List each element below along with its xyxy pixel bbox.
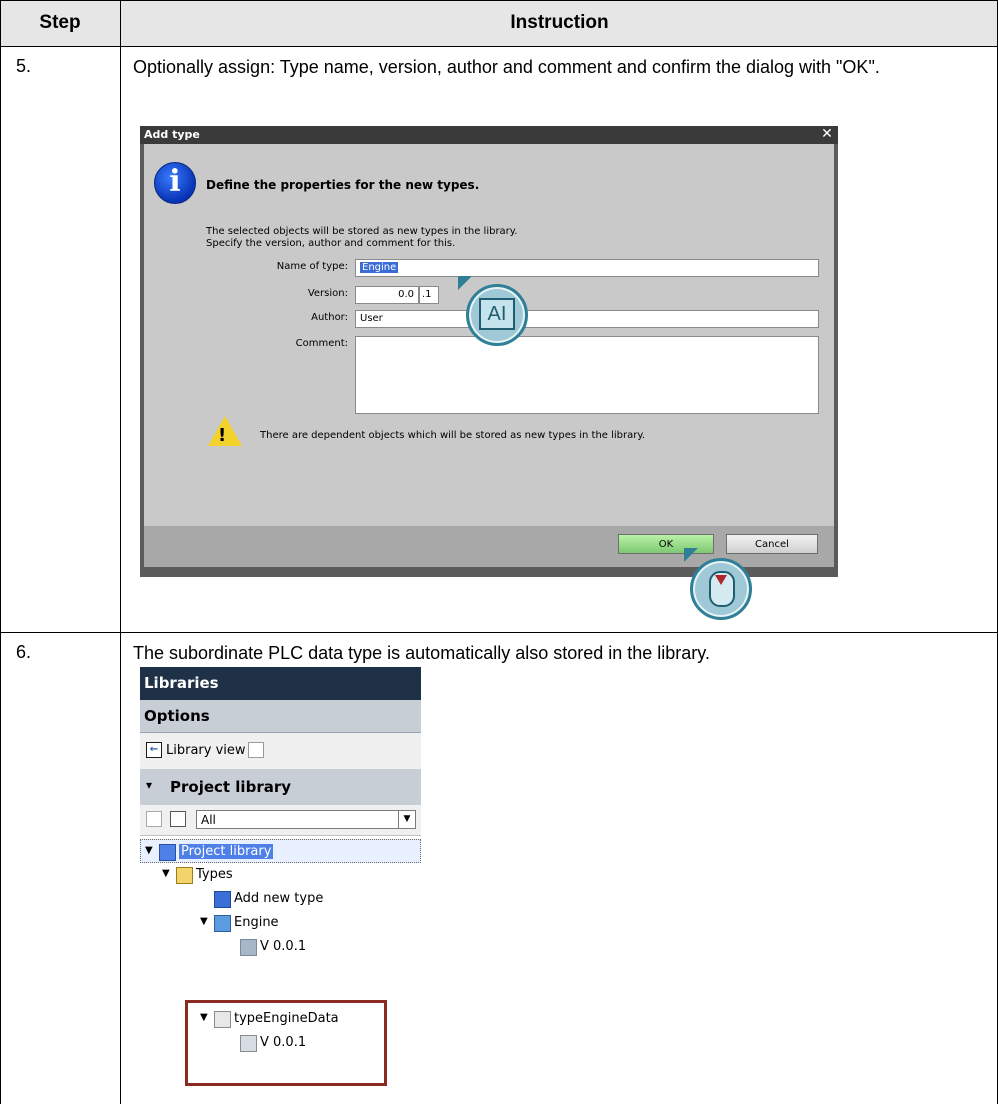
libraries-header: Libraries bbox=[140, 667, 421, 700]
version-major-input[interactable]: 0.0 bbox=[355, 286, 419, 304]
tree-label: Add new type bbox=[234, 891, 324, 906]
author-label: Author: bbox=[311, 312, 348, 323]
options-header[interactable]: Options bbox=[140, 700, 421, 733]
name-label: Name of type: bbox=[276, 261, 348, 272]
grid-line bbox=[120, 0, 121, 1104]
highlight-box bbox=[185, 1000, 387, 1086]
mouse-click-callout-icon bbox=[690, 558, 752, 620]
library-view-icon[interactable]: ← bbox=[146, 742, 162, 758]
expand-triangle-icon[interactable]: ▼ bbox=[145, 845, 153, 856]
version-label: Version: bbox=[307, 288, 348, 299]
cancel-button[interactable]: Cancel bbox=[726, 534, 818, 554]
library-view-row: ← Library view bbox=[140, 733, 421, 770]
grid-line bbox=[0, 632, 998, 633]
grid-line bbox=[0, 0, 1, 1104]
warning-mark: ! bbox=[218, 425, 227, 446]
tree-item-engine[interactable]: ▼ Engine bbox=[140, 911, 421, 935]
tree-label: Engine bbox=[234, 915, 279, 930]
callout-text: AI bbox=[479, 298, 515, 330]
name-of-type-input[interactable]: Engine bbox=[355, 259, 819, 277]
instruction-text: The subordinate PLC data type is automat… bbox=[133, 643, 710, 663]
dialog-title: Add type bbox=[144, 128, 200, 141]
chevron-down-icon[interactable]: ▾ bbox=[146, 778, 152, 792]
author-input[interactable]: User bbox=[355, 310, 819, 328]
callout-pointer bbox=[458, 276, 472, 290]
filter-value: All bbox=[201, 813, 216, 827]
project-library-section[interactable]: ▾ Project library bbox=[140, 769, 421, 806]
grid-line bbox=[0, 46, 998, 47]
expand-triangle-icon[interactable]: ▼ bbox=[200, 916, 208, 927]
library-view-button[interactable]: Library view bbox=[166, 743, 246, 758]
add-type-dialog: Add type ✕ i Define the properties for t… bbox=[140, 126, 838, 577]
lock-icon[interactable] bbox=[248, 742, 264, 758]
folder-icon bbox=[176, 867, 193, 884]
tree-item-types[interactable]: ▼ Types bbox=[140, 863, 421, 887]
library-icon bbox=[159, 844, 176, 861]
comment-label: Comment: bbox=[295, 338, 348, 349]
instruction-text: Optionally assign: Type name, version, a… bbox=[133, 57, 880, 77]
dialog-description: The selected objects will be stored as n… bbox=[206, 226, 518, 237]
header-instruction: Instruction bbox=[121, 0, 998, 46]
libraries-panel: Libraries Options ← Library view ▾ Proje… bbox=[140, 667, 421, 1095]
tree-item-engine-version[interactable]: V 0.0.1 bbox=[140, 935, 421, 959]
keyboard-input-callout-icon: AI bbox=[466, 284, 528, 346]
tree-label: Project library bbox=[179, 844, 274, 859]
dialog-titlebar: Add type ✕ bbox=[140, 126, 838, 144]
warning-text: There are dependent objects which will b… bbox=[260, 430, 646, 441]
callout-pointer bbox=[684, 548, 698, 562]
grid-line bbox=[0, 0, 998, 1]
name-value: Engine bbox=[360, 262, 399, 273]
info-icon: i bbox=[154, 162, 196, 204]
dialog-description: Specify the version, author and comment … bbox=[206, 238, 456, 249]
tree-item-project-library[interactable]: ▼ Project library bbox=[140, 839, 421, 863]
dialog-heading: Define the properties for the new types. bbox=[206, 178, 480, 192]
version-icon bbox=[240, 939, 257, 956]
dropdown-arrow-icon[interactable]: ▼ bbox=[398, 811, 415, 828]
ok-button[interactable]: OK bbox=[618, 534, 714, 554]
step-number: 5. bbox=[16, 56, 32, 76]
add-type-icon bbox=[214, 891, 231, 908]
tree-label: V 0.0.1 bbox=[260, 939, 307, 954]
library-toolbar: All ▼ bbox=[140, 805, 421, 836]
tree-item-add-new-type[interactable]: Add new type bbox=[140, 887, 421, 911]
version-minor-input[interactable]: .1 bbox=[419, 286, 439, 304]
filter-select[interactable]: All ▼ bbox=[196, 810, 416, 829]
expand-triangle-icon[interactable]: ▼ bbox=[162, 868, 170, 879]
header-step: Step bbox=[0, 0, 120, 46]
function-block-icon bbox=[214, 915, 231, 932]
tree-label: Types bbox=[196, 867, 233, 882]
close-icon[interactable]: ✕ bbox=[818, 126, 836, 143]
new-type-icon[interactable] bbox=[146, 811, 162, 827]
step-number: 6. bbox=[16, 642, 32, 662]
comment-input[interactable] bbox=[355, 336, 819, 414]
details-view-icon[interactable] bbox=[170, 811, 186, 827]
project-library-title: Project library bbox=[170, 778, 292, 796]
